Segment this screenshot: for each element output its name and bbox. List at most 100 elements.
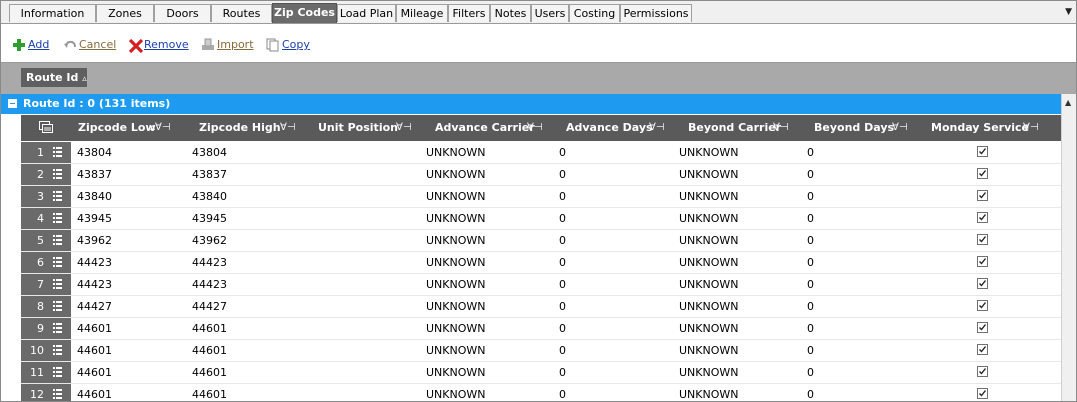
- cell-beyond-carrier[interactable]: UNKNOWN: [679, 344, 739, 357]
- cell-advance-days[interactable]: 0: [559, 146, 566, 159]
- table-row[interactable]: 6 44423 44423 UNKNOWN 0 UNKNOWN 0: [21, 252, 1061, 274]
- tab-doors[interactable]: Doors: [154, 4, 211, 22]
- filter-icon[interactable]: ∀: [280, 122, 287, 133]
- cell-zip-high[interactable]: 43804: [192, 146, 227, 159]
- table-row[interactable]: 2 43837 43837 UNKNOWN 0 UNKNOWN 0: [21, 164, 1061, 186]
- table-row[interactable]: 3 43840 43840 UNKNOWN 0 UNKNOWN 0: [21, 186, 1061, 208]
- cell-beyond-carrier[interactable]: UNKNOWN: [679, 168, 739, 181]
- cell-advance-carrier[interactable]: UNKNOWN: [426, 300, 486, 313]
- row-details-icon[interactable]: [53, 257, 62, 267]
- row-details-icon[interactable]: [53, 235, 62, 245]
- tab-notes[interactable]: Notes: [490, 4, 531, 22]
- filter-icon[interactable]: ∀: [892, 122, 899, 133]
- vertical-scrollbar[interactable]: ▲: [1061, 94, 1076, 401]
- monday-service-checkbox[interactable]: [977, 388, 988, 399]
- monday-service-checkbox[interactable]: [977, 146, 988, 157]
- cell-advance-carrier[interactable]: UNKNOWN: [426, 212, 486, 225]
- column-header-beyond-carrier[interactable]: Beyond Carrier: [688, 115, 781, 141]
- cell-beyond-carrier[interactable]: UNKNOWN: [679, 256, 739, 269]
- tab-permissions[interactable]: Permissions: [620, 4, 692, 22]
- cell-advance-days[interactable]: 0: [559, 212, 566, 225]
- monday-service-checkbox[interactable]: [977, 344, 988, 355]
- cell-beyond-carrier[interactable]: UNKNOWN: [679, 366, 739, 379]
- import-button[interactable]: Import: [201, 37, 254, 53]
- tab-users[interactable]: Users: [531, 4, 569, 22]
- table-row[interactable]: 11 44601 44601 UNKNOWN 0 UNKNOWN 0: [21, 362, 1061, 384]
- filter-icon[interactable]: ∀: [396, 122, 403, 133]
- cell-zip-high[interactable]: 44601: [192, 344, 227, 357]
- monday-service-checkbox[interactable]: [977, 322, 988, 333]
- cell-zip-low[interactable]: 44601: [77, 366, 112, 379]
- tab-filters[interactable]: Filters: [448, 4, 490, 22]
- row-header[interactable]: 5: [21, 230, 71, 251]
- row-details-icon[interactable]: [53, 169, 62, 179]
- table-row[interactable]: 1 43804 43804 UNKNOWN 0 UNKNOWN 0: [21, 142, 1061, 164]
- row-details-icon[interactable]: [53, 279, 62, 289]
- column-chooser-icon[interactable]: [39, 121, 53, 137]
- row-header[interactable]: 12: [21, 384, 71, 401]
- pin-icon[interactable]: ⊣: [899, 122, 908, 133]
- cell-zip-high[interactable]: 44423: [192, 278, 227, 291]
- filter-icon[interactable]: ∀: [649, 122, 656, 133]
- cell-beyond-days[interactable]: 0: [807, 146, 814, 159]
- cell-zip-low[interactable]: 44601: [77, 344, 112, 357]
- cell-beyond-days[interactable]: 0: [807, 168, 814, 181]
- cell-zip-high[interactable]: 44423: [192, 256, 227, 269]
- cell-beyond-carrier[interactable]: UNKNOWN: [679, 322, 739, 335]
- cell-zip-low[interactable]: 43945: [77, 212, 112, 225]
- pin-icon[interactable]: ⊣: [656, 122, 665, 133]
- column-header-monday-service[interactable]: Monday Service: [931, 115, 1029, 141]
- chevron-down-icon[interactable]: ▼: [1065, 7, 1072, 17]
- column-header-zipcode-low[interactable]: Zipcode Low: [78, 115, 156, 141]
- cell-advance-carrier[interactable]: UNKNOWN: [426, 168, 486, 181]
- cell-beyond-days[interactable]: 0: [807, 190, 814, 203]
- cell-beyond-days[interactable]: 0: [807, 234, 814, 247]
- pin-icon[interactable]: ⊣: [403, 122, 412, 133]
- column-header-zipcode-high[interactable]: Zipcode High: [199, 115, 281, 141]
- row-header[interactable]: 6: [21, 252, 71, 273]
- row-header[interactable]: 4: [21, 208, 71, 229]
- cell-zip-low[interactable]: 43837: [77, 168, 112, 181]
- monday-service-checkbox[interactable]: [977, 168, 988, 179]
- table-row[interactable]: 10 44601 44601 UNKNOWN 0 UNKNOWN 0: [21, 340, 1061, 362]
- pin-icon[interactable]: ⊣: [534, 122, 543, 133]
- row-details-icon[interactable]: [53, 389, 62, 399]
- cell-beyond-carrier[interactable]: UNKNOWN: [679, 190, 739, 203]
- cell-beyond-days[interactable]: 0: [807, 366, 814, 379]
- remove-button[interactable]: Remove: [128, 37, 189, 54]
- column-header-unit-position[interactable]: Unit Position: [318, 115, 398, 141]
- column-header-advance-carrier[interactable]: Advance Carrier: [435, 115, 535, 141]
- cell-zip-high[interactable]: 43945: [192, 212, 227, 225]
- cell-advance-carrier[interactable]: UNKNOWN: [426, 234, 486, 247]
- cell-beyond-days[interactable]: 0: [807, 278, 814, 291]
- pin-icon[interactable]: ⊣: [1030, 122, 1039, 133]
- cell-advance-carrier[interactable]: UNKNOWN: [426, 366, 486, 379]
- monday-service-checkbox[interactable]: [977, 190, 988, 201]
- cell-beyond-carrier[interactable]: UNKNOWN: [679, 146, 739, 159]
- cell-zip-low[interactable]: 44601: [77, 388, 112, 401]
- cell-zip-low[interactable]: 43840: [77, 190, 112, 203]
- row-header[interactable]: 11: [21, 362, 71, 383]
- pin-icon[interactable]: ⊣: [287, 122, 296, 133]
- monday-service-checkbox[interactable]: [977, 300, 988, 311]
- cell-advance-days[interactable]: 0: [559, 278, 566, 291]
- table-row[interactable]: 4 43945 43945 UNKNOWN 0 UNKNOWN 0: [21, 208, 1061, 230]
- row-header[interactable]: 9: [21, 318, 71, 339]
- cell-advance-days[interactable]: 0: [559, 388, 566, 401]
- filter-icon[interactable]: ∀: [773, 122, 780, 133]
- tab-mileage[interactable]: Mileage: [396, 4, 448, 22]
- group-by-panel[interactable]: Route Id ▵: [1, 62, 1076, 94]
- filter-icon[interactable]: ∀: [527, 122, 534, 133]
- row-header[interactable]: 3: [21, 186, 71, 207]
- row-header[interactable]: 10: [21, 340, 71, 361]
- row-details-icon[interactable]: [53, 213, 62, 223]
- row-header[interactable]: 2: [21, 164, 71, 185]
- collapse-icon[interactable]: [8, 99, 17, 108]
- row-header[interactable]: 1: [21, 142, 71, 163]
- cell-beyond-days[interactable]: 0: [807, 212, 814, 225]
- monday-service-checkbox[interactable]: [977, 234, 988, 245]
- row-details-icon[interactable]: [53, 367, 62, 377]
- cell-zip-low[interactable]: 44427: [77, 300, 112, 313]
- cell-beyond-days[interactable]: 0: [807, 388, 814, 401]
- cell-advance-days[interactable]: 0: [559, 344, 566, 357]
